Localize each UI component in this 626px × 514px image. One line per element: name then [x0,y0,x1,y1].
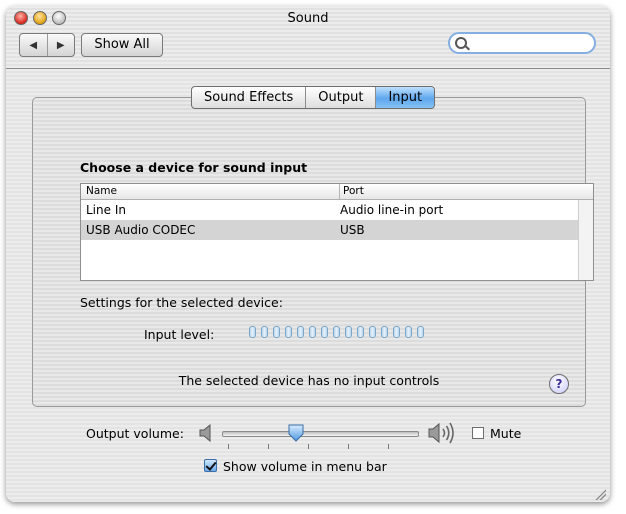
mute-label: Mute [490,426,522,441]
device-port: USB [340,223,365,237]
output-volume-knob[interactable] [287,424,305,442]
input-level-segment [381,326,388,338]
input-level-segment [345,326,352,338]
tab-panel: Choose a device for sound input Name Por… [32,97,594,407]
forward-arrow-icon[interactable]: ▶ [48,34,75,56]
title-bar: Sound ◀ ▶ Show All [6,6,610,69]
speaker-low-icon[interactable] [199,424,217,442]
input-level-segment [249,326,256,338]
output-volume-slider[interactable] [222,431,419,437]
show-volume-checkbox[interactable] [204,459,217,472]
input-level-segment [393,326,400,338]
input-level-segment [357,326,364,338]
speaker-high-icon[interactable] [428,421,458,445]
input-level-segment [285,326,292,338]
tab-sound-effects[interactable]: Sound Effects [192,87,307,108]
column-header-port[interactable]: Port [339,184,364,199]
show-all-button[interactable]: Show All [81,33,163,57]
device-name: Line In [86,203,126,217]
show-volume-label: Show volume in menu bar [223,459,387,474]
input-level-segment [261,326,268,338]
input-device-table[interactable]: Name Port Line In Audio line-in port USB… [80,183,594,281]
no-input-controls-message: The selected device has no input control… [178,373,440,388]
input-level-segment [417,326,424,338]
settings-label: Settings for the selected device: [80,295,283,310]
input-level-segment [369,326,376,338]
input-level-segment [321,326,328,338]
input-level-segment [297,326,304,338]
device-name: USB Audio CODEC [86,223,196,237]
input-level-segment [333,326,340,338]
column-header-name[interactable]: Name [86,185,117,197]
input-level-meter [249,326,424,338]
slider-tick [268,444,269,449]
window-title: Sound [287,11,329,26]
slider-tick [348,444,349,449]
table-row-selected[interactable]: USB Audio CODEC USB [81,220,593,240]
output-volume-label: Output volume: [86,426,184,441]
input-level-segment [405,326,412,338]
device-port: Audio line-in port [340,203,444,217]
table-row[interactable]: Line In Audio line-in port [81,200,593,220]
tab-input[interactable]: Input [376,87,435,108]
search-field[interactable] [448,32,596,54]
slider-tick [388,444,389,449]
tab-bar: Sound Effects Output Input [191,86,436,109]
slider-tick [228,444,229,449]
help-button[interactable]: ? [549,374,569,394]
input-level-label: Input level: [144,327,215,342]
tab-output[interactable]: Output [306,87,377,108]
input-level-segment [309,326,316,338]
table-scrollbar[interactable] [578,200,593,280]
slider-tick [308,444,309,449]
resize-grip[interactable] [594,488,606,500]
back-forward-control: ◀ ▶ [19,33,75,57]
search-icon [455,37,467,49]
mute-checkbox[interactable] [472,427,484,439]
sound-preferences-window: Sound ◀ ▶ Show All Choose a device for s… [6,6,610,502]
input-level-segment [273,326,280,338]
input-device-heading: Choose a device for sound input [80,160,308,175]
back-arrow-icon[interactable]: ◀ [20,34,48,56]
table-header: Name Port [81,184,593,200]
